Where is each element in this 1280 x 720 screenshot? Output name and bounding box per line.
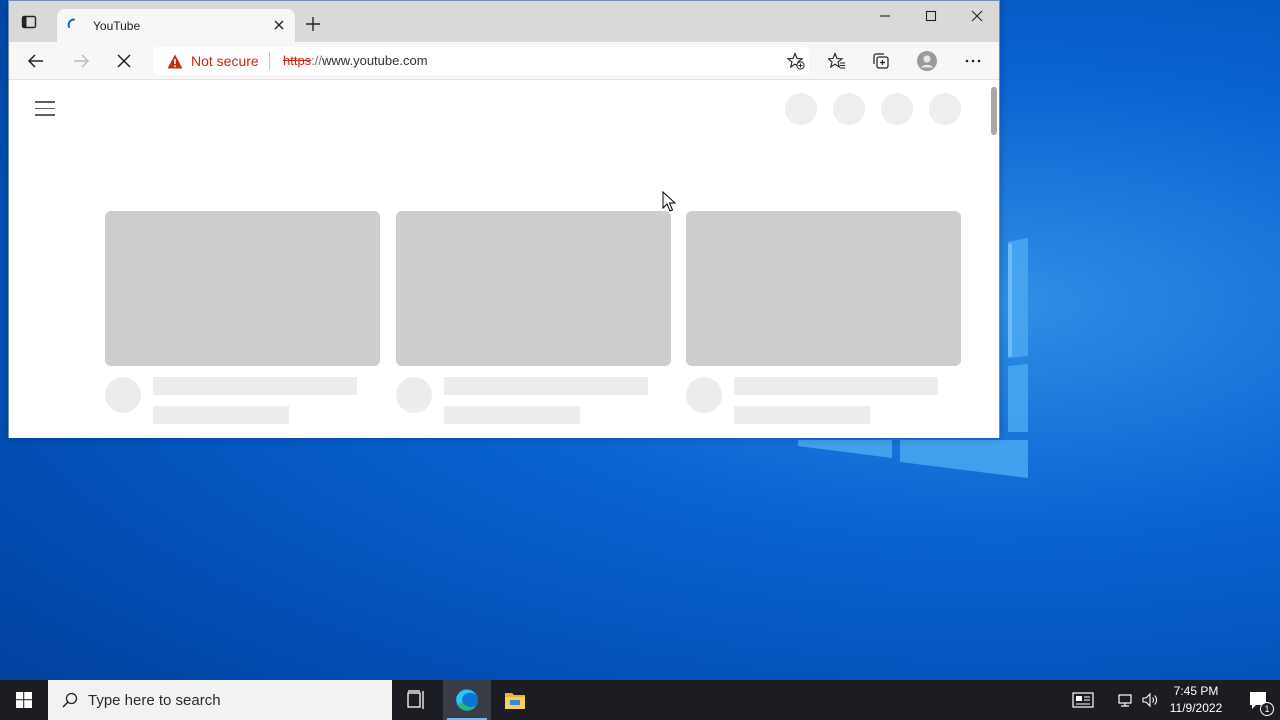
collections-icon[interactable] (872, 52, 890, 70)
taskbar-edge-button[interactable] (443, 680, 491, 720)
video-thumbnail-placeholder (686, 211, 961, 366)
header-placeholder-circle (881, 93, 913, 125)
close-icon[interactable] (273, 19, 285, 31)
warning-icon[interactable] (167, 54, 183, 69)
news-icon[interactable] (1072, 691, 1094, 709)
page-viewport (9, 81, 999, 438)
tab-youtube[interactable]: YouTube (57, 9, 295, 43)
url-separator: :// (311, 53, 323, 68)
video-title-placeholder (444, 377, 648, 395)
header-placeholder-circle (929, 93, 961, 125)
address-bar[interactable]: Not secure https://www.youtube.com (153, 47, 809, 75)
action-center-button[interactable]: 1 (1236, 680, 1280, 720)
taskbar: Type here to search 7:45 PM 11/9/2022 1 (0, 680, 1280, 720)
maximize-icon[interactable] (921, 7, 941, 25)
back-icon[interactable] (27, 52, 45, 70)
windows-icon[interactable] (0, 680, 48, 720)
url-protocol: https (283, 53, 312, 68)
minimize-icon[interactable] (875, 7, 895, 25)
search-icon (62, 692, 78, 708)
more-icon[interactable] (964, 52, 982, 70)
task-view-icon[interactable] (392, 680, 440, 720)
channel-avatar-placeholder (105, 377, 141, 413)
video-thumbnail-placeholder (396, 211, 671, 366)
tab-title: YouTube (93, 19, 141, 33)
address-divider (269, 52, 270, 70)
security-status[interactable]: Not secure (191, 53, 259, 69)
video-meta-placeholder (153, 406, 289, 424)
system-clock[interactable]: 7:45 PM 11/9/2022 (1164, 683, 1228, 717)
channel-avatar-placeholder (396, 377, 432, 413)
hamburger-icon[interactable] (35, 101, 55, 117)
video-title-placeholder (734, 377, 938, 395)
channel-avatar-placeholder (686, 377, 722, 413)
clock-date: 11/9/2022 (1169, 701, 1223, 715)
header-placeholder-circle (785, 93, 817, 125)
url-text[interactable]: https://www.youtube.com (283, 53, 428, 68)
scrollbar[interactable] (989, 81, 999, 438)
stop-icon[interactable] (115, 52, 133, 70)
notification-count-badge: 1 (1260, 702, 1274, 716)
header-placeholder-circle (833, 93, 865, 125)
tab-actions-icon[interactable] (21, 14, 37, 30)
file-explorer-icon[interactable] (491, 680, 539, 720)
loading-spinner-icon (67, 18, 75, 28)
title-bar: YouTube (9, 1, 999, 43)
video-meta-placeholder (734, 406, 870, 424)
video-title-placeholder (153, 377, 357, 395)
clock-time: 7:45 PM (1173, 684, 1219, 698)
volume-icon[interactable] (1141, 691, 1159, 709)
url-host: www.youtube.com (322, 53, 428, 68)
video-thumbnail-placeholder (105, 211, 380, 366)
navigation-bar: Not secure https://www.youtube.com (9, 42, 999, 80)
taskbar-search-box[interactable]: Type here to search (48, 680, 392, 720)
plus-icon[interactable] (306, 17, 320, 31)
profile-icon[interactable] (917, 51, 937, 71)
notification-icon (1250, 692, 1266, 709)
close-window-icon[interactable] (967, 7, 987, 25)
search-placeholder: Type here to search (88, 692, 221, 709)
mouse-cursor-icon (662, 191, 676, 212)
network-icon[interactable] (1117, 691, 1135, 709)
forward-icon[interactable] (72, 52, 90, 70)
video-meta-placeholder (444, 406, 580, 424)
add-favorite-icon[interactable] (787, 52, 805, 70)
favorites-icon[interactable] (828, 52, 846, 70)
scrollbar-thumb[interactable] (991, 87, 997, 135)
browser-window: YouTube Not secure https://www.youtube.c… (8, 0, 1000, 438)
edge-icon (456, 689, 478, 711)
